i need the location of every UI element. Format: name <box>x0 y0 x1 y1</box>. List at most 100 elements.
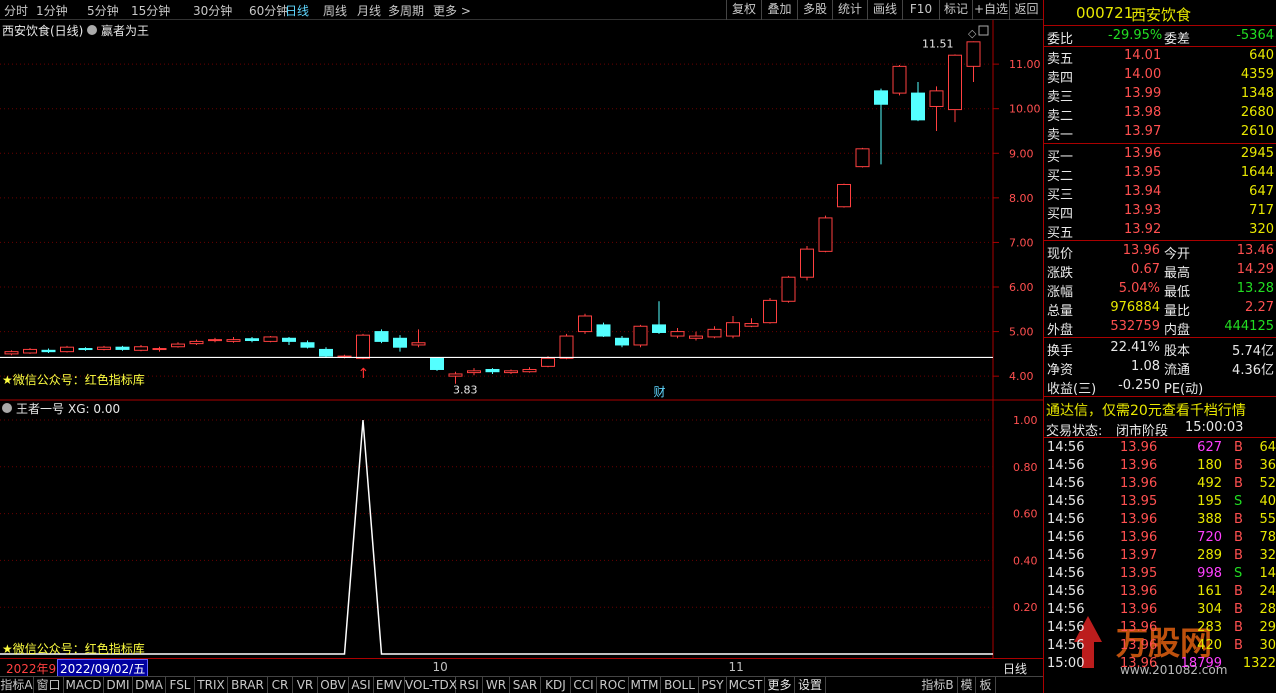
candle-body <box>189 340 204 345</box>
candle-body <box>430 357 444 370</box>
indicator-tab[interactable]: 模 <box>958 677 976 693</box>
toolbar-button[interactable]: 统计 <box>832 0 867 20</box>
candle-body <box>208 339 222 342</box>
ad-banner[interactable]: 通达信，仅需20元查看千档行情 <box>1046 400 1246 420</box>
toolbar-button[interactable]: +自选 <box>972 0 1009 20</box>
indicator-tab[interactable]: MACD <box>64 677 104 693</box>
period-tab[interactable]: 60分钟 <box>249 2 288 19</box>
candle-body <box>356 334 370 359</box>
tick-count: 52 <box>1259 476 1276 491</box>
kline-chart[interactable]: 11.00 10.00 9.00 8.00 7.00 6.00 5.00 4.00 1.00 0… <box>0 20 1043 658</box>
period-tab[interactable]: 周线 <box>323 2 347 19</box>
stat-label: 涨幅 <box>1047 285 1074 300</box>
tick-row: 14:56 13.96 388 B 55 <box>1044 511 1276 530</box>
period-tab[interactable]: 5分钟 <box>87 2 119 19</box>
indicator-tab[interactable]: 指标B <box>918 677 958 693</box>
chevron-down-icon[interactable] <box>2 403 12 413</box>
indicator-tab[interactable]: MCST <box>727 677 765 693</box>
period-tab[interactable]: 15分钟 <box>131 2 170 19</box>
bid-price: 13.93 <box>1124 203 1162 218</box>
indicator-tab[interactable]: BOLL <box>661 677 699 693</box>
toolbar-button[interactable]: 复权 <box>726 0 761 20</box>
candle-body <box>226 339 241 342</box>
toolbar-button[interactable]: 多股 <box>797 0 832 20</box>
finance-marker[interactable]: 财 <box>654 385 666 399</box>
tick-row: 14:56 13.96 627 B 64 <box>1044 439 1276 458</box>
period-toolbar: 分时 1分钟 5分钟 15分钟 30分钟 60分钟 日线 周线 月线 多周期 更多 > 复权 叠加 多股统… <box>0 0 1043 20</box>
candle-body <box>781 276 796 302</box>
tick-count: 55 <box>1259 512 1276 527</box>
tick-count: 29 <box>1259 620 1276 635</box>
indicator-tab[interactable]: BRAR <box>228 677 268 693</box>
indicator-tab[interactable]: DMI <box>104 677 133 693</box>
candle-body <box>578 315 592 333</box>
price-tick-label: 9.00 <box>1009 147 1034 160</box>
chart-area[interactable]: 11.00 10.00 9.00 8.00 7.00 6.00 5.00 4.00 1.00 0… <box>0 20 1043 658</box>
fund-value: 22.41% <box>1110 340 1160 355</box>
toolbar-button[interactable]: 叠加 <box>761 0 797 20</box>
indicator-tab[interactable]: ROC <box>597 677 629 693</box>
tick-side: S <box>1234 566 1243 581</box>
chart-title: 西安饮食(日线) <box>2 23 83 38</box>
tick-volume: 195 <box>1197 494 1222 509</box>
ask-label: 卖四 <box>1047 71 1074 86</box>
candle-body <box>744 323 759 327</box>
period-tab[interactable]: 30分钟 <box>193 2 232 19</box>
indicator-tab[interactable]: MTM <box>629 677 661 693</box>
tick-side: B <box>1234 512 1243 527</box>
diamond-icon[interactable]: ◇ <box>968 27 977 40</box>
indicator-tab-bar: 指标A 窗口 MACD DMI DMA FSL TRIX BRAR CR VR OBV ASI EMV V… <box>0 676 1043 693</box>
stat-value: 532759 <box>1110 319 1160 334</box>
window-toggle-icon[interactable] <box>978 25 989 36</box>
period-tab[interactable]: 多周期 <box>388 2 424 19</box>
indicator-tab[interactable]: PSY <box>699 677 727 693</box>
candle-body <box>929 90 944 107</box>
date-axis-year: 2022年9 <box>6 662 57 676</box>
indicator-tab[interactable]: KDJ <box>541 677 571 693</box>
candle-body <box>374 331 389 342</box>
stat-row: 总量 976884 量比 2.27 <box>1044 299 1276 319</box>
toolbar-button[interactable]: 画线 <box>867 0 902 20</box>
tick-volume: 388 <box>1197 512 1222 527</box>
period-tab[interactable]: 日线 <box>285 2 309 19</box>
indicator-tab[interactable]: 设置 <box>795 677 826 693</box>
indicator-tab[interactable]: ASI <box>349 677 374 693</box>
indicator-tab[interactable]: CCI <box>571 677 597 693</box>
indicator-tab[interactable]: EMV <box>374 677 405 693</box>
indicator-tab[interactable]: 窗口 <box>34 677 64 693</box>
buy-signal-arrow-icon: ↑ <box>358 366 370 382</box>
indicator-tab[interactable]: RSI <box>456 677 483 693</box>
indicator-tab[interactable]: OBV <box>318 677 349 693</box>
toolbar-button[interactable]: 标记 <box>939 0 972 20</box>
stat-value: 14.29 <box>1236 262 1274 277</box>
toolbar-button[interactable]: F10 <box>902 0 939 20</box>
indicator-tab[interactable]: WR <box>483 677 510 693</box>
indicator-tab[interactable]: SAR <box>510 677 541 693</box>
candle-body <box>541 357 555 367</box>
ask-price: 13.99 <box>1124 86 1162 101</box>
toolbar-button[interactable]: 返回 <box>1009 0 1043 20</box>
stat-value: 13.28 <box>1236 281 1274 296</box>
bid-row: 买三 13.94 647 <box>1044 183 1276 203</box>
bid-price: 13.95 <box>1124 165 1162 180</box>
indicator-tab[interactable]: CR <box>268 677 293 693</box>
tick-side: B <box>1234 476 1243 491</box>
ask-volume: 2680 <box>1240 105 1274 120</box>
indicator-tab[interactable]: DMA <box>133 677 166 693</box>
indicator-tab[interactable]: VR <box>293 677 318 693</box>
date-axis: 2022年9 2022/09/02/五 10 11 日线 <box>0 658 1043 678</box>
period-tab[interactable]: 1分钟 <box>36 2 68 19</box>
indicator-tab[interactable]: 更多 <box>765 677 795 693</box>
indicator-tab[interactable]: 指标A <box>0 677 34 693</box>
candle-body <box>152 348 167 351</box>
period-tab[interactable]: 更多 > <box>433 2 471 19</box>
indicator-tab[interactable]: VOL-TDX <box>405 677 457 693</box>
indicator-tab[interactable]: TRIX <box>195 677 228 693</box>
indicator-tab[interactable]: 板 <box>976 677 996 693</box>
candle-body <box>41 349 56 353</box>
chevron-down-icon[interactable] <box>87 25 97 35</box>
period-tab[interactable]: 月线 <box>357 2 381 19</box>
indicator-tab[interactable]: FSL <box>166 677 195 693</box>
candle-body <box>726 322 740 337</box>
period-tab[interactable]: 分时 <box>4 2 28 19</box>
